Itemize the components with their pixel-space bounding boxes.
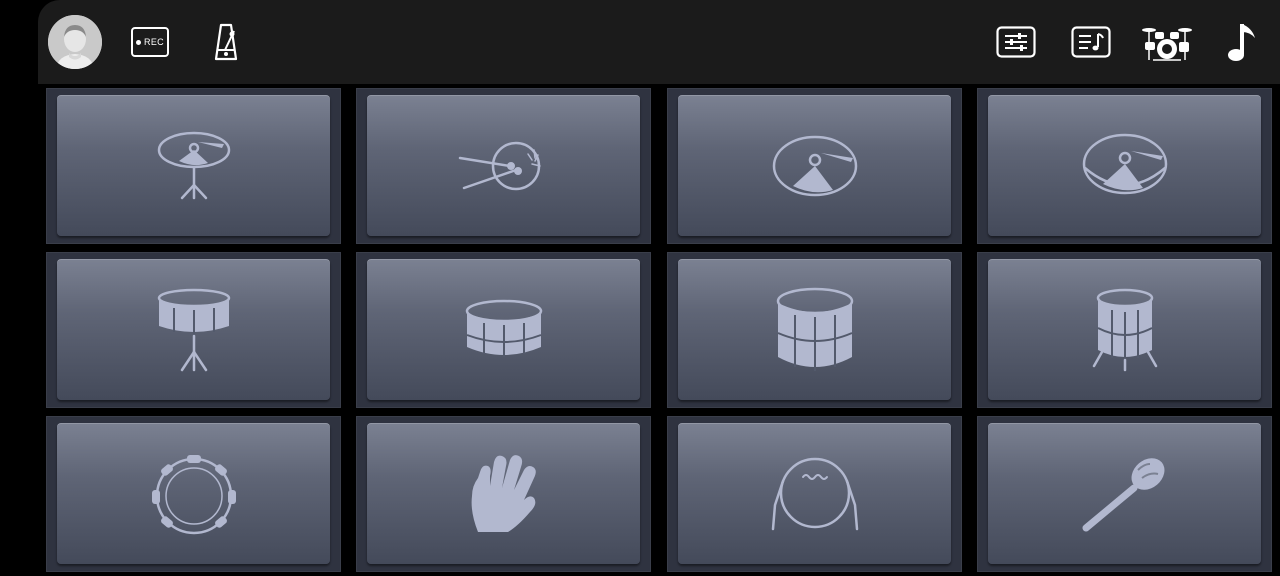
floor-tom-icon	[1092, 288, 1157, 371]
pad-face	[57, 259, 330, 400]
music-note-icon	[1228, 24, 1255, 61]
hihat-icon	[157, 131, 230, 199]
avatar[interactable]	[48, 15, 102, 69]
pad-hand-clap[interactable]	[356, 416, 651, 572]
pad-face	[57, 95, 330, 236]
pad-snare-drum[interactable]	[356, 252, 651, 408]
pad-face	[367, 95, 640, 236]
maraca-icon	[1082, 457, 1164, 531]
pad-hihat[interactable]	[46, 88, 341, 244]
pad-face	[678, 423, 951, 564]
record-button[interactable]: REC	[131, 27, 169, 57]
pad-floor-tom[interactable]	[977, 252, 1272, 408]
mixer-button[interactable]	[996, 26, 1036, 58]
record-label: REC	[144, 37, 164, 47]
pad-face	[367, 423, 640, 564]
pad-face	[678, 95, 951, 236]
record-icon	[136, 39, 142, 45]
user-avatar-icon	[48, 15, 102, 69]
ride-cymbal-icon	[1082, 133, 1167, 194]
pad-maraca[interactable]	[977, 416, 1272, 572]
pad-crash-cymbal[interactable]	[667, 88, 962, 244]
pad-tambourine[interactable]	[46, 416, 341, 572]
snare-drum-icon	[465, 299, 542, 357]
pad-face	[367, 259, 640, 400]
pad-face	[988, 423, 1261, 564]
tom-drum-icon	[776, 287, 853, 371]
pad-drumstick-hit[interactable]	[356, 88, 651, 244]
pad-face	[678, 259, 951, 400]
crash-cymbal-icon	[772, 135, 857, 196]
drum-kit-icon	[1142, 28, 1192, 61]
top-toolbar: REC	[38, 0, 1280, 84]
drum-kit-button[interactable]	[1141, 22, 1193, 62]
tambourine-icon	[151, 454, 236, 534]
pad-snare-on-stand[interactable]	[46, 252, 341, 408]
pad-hand-drum[interactable]	[667, 416, 962, 572]
hand-drum-icon	[771, 457, 858, 530]
pad-face	[988, 95, 1261, 236]
metronome-icon	[214, 23, 238, 61]
pad-ride-cymbal[interactable]	[977, 88, 1272, 244]
mixer-icon	[996, 26, 1036, 58]
drumstick-hit-icon	[458, 141, 541, 190]
pad-face	[988, 259, 1261, 400]
music-note-button[interactable]	[1224, 20, 1260, 64]
pad-face	[57, 423, 330, 564]
song-list-icon	[1071, 26, 1111, 58]
hand-clap-icon	[471, 454, 536, 532]
snare-on-stand-icon	[157, 288, 230, 371]
song-list-button[interactable]	[1071, 26, 1111, 58]
metronome-button[interactable]	[212, 22, 240, 62]
pad-tom-drum[interactable]	[667, 252, 962, 408]
